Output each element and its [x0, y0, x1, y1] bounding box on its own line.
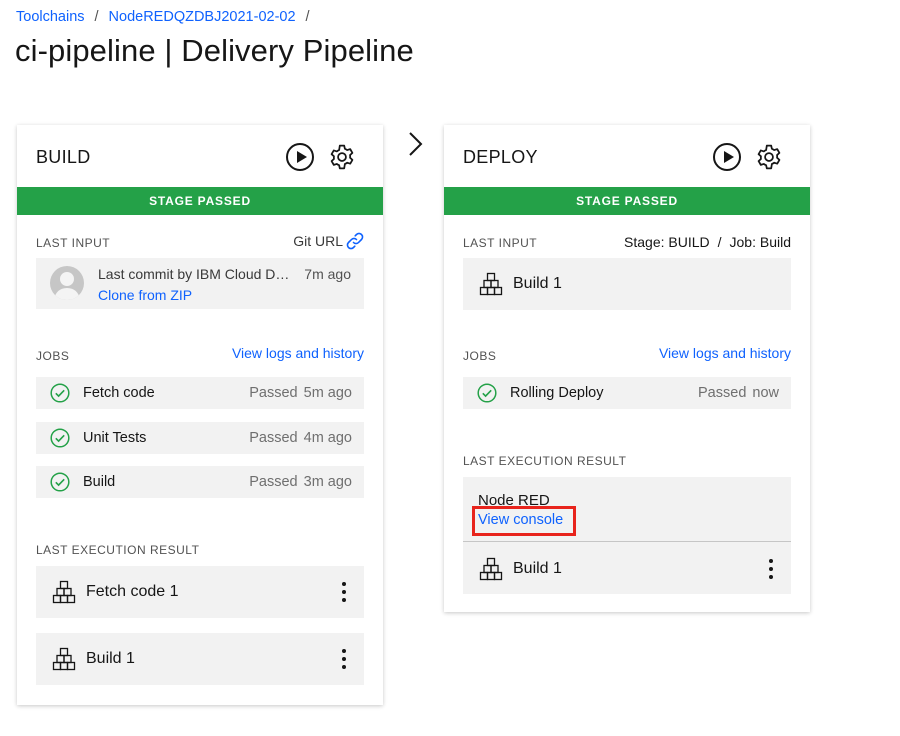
job-row[interactable]: Build Passed 3m ago [36, 466, 364, 498]
jobs-label: JOBS [36, 349, 70, 363]
last-input-label: LAST INPUT [463, 236, 538, 250]
blocks-icon [479, 557, 503, 581]
execution-result-name: Build 1 [513, 560, 562, 577]
last-execution-result-label: LAST EXECUTION RESULT [36, 543, 200, 557]
highlight-box [472, 506, 576, 536]
job-status-text: Passed [698, 385, 747, 401]
input-source: Stage: BUILD / Job: Build [624, 234, 791, 250]
breadcrumb-toolchain[interactable]: NodeREDQZDBJ2021-02-02 [109, 9, 296, 25]
blocks-icon [52, 580, 76, 604]
gear-icon[interactable] [328, 143, 356, 171]
job-status-text: Passed [249, 430, 298, 446]
job-status: Passed 4m ago [249, 430, 352, 446]
breadcrumb-separator: / [94, 9, 99, 25]
stage-status-banner: STAGE PASSED [444, 187, 810, 215]
clone-from-zip-link[interactable]: Clone from ZIP [98, 287, 192, 303]
execution-result-name: Fetch code 1 [86, 583, 179, 600]
jobs-label: JOBS [463, 349, 497, 363]
checkmark-circle-icon [50, 383, 70, 403]
input-type-label: Git URL [293, 233, 343, 249]
job-status: Passed 5m ago [249, 385, 352, 401]
commit-message: Last commit by IBM Cloud DevOps [98, 266, 290, 282]
input-build-name: Build 1 [513, 275, 562, 292]
deploy-stage-card: DEPLOY STAGE PASSED LAST INPUT Stage: BU… [444, 125, 810, 612]
overflow-menu-icon[interactable] [336, 580, 352, 604]
job-row[interactable]: Unit Tests Passed 4m ago [36, 422, 364, 454]
job-name: Fetch code [83, 385, 155, 401]
play-icon[interactable] [286, 143, 314, 171]
job-status-text: Passed [249, 474, 298, 490]
play-icon[interactable] [713, 143, 741, 171]
breadcrumb: Toolchains / NodeREDQZDBJ2021-02-02 / [16, 9, 320, 25]
link-icon[interactable] [345, 232, 365, 250]
input-stage: Stage: BUILD [624, 234, 710, 250]
job-time: now [752, 385, 779, 401]
last-commit-tile: Last commit by IBM Cloud DevOps 7m ago C… [36, 258, 364, 309]
job-name: Unit Tests [83, 430, 147, 446]
stage-name: BUILD [36, 147, 91, 167]
view-logs-link[interactable]: View logs and history [232, 345, 364, 361]
job-time: 4m ago [303, 430, 352, 446]
job-status-text: Passed [249, 385, 298, 401]
job-status: Passed now [698, 385, 779, 401]
job-time: 5m ago [303, 385, 352, 401]
divider [463, 541, 791, 542]
last-execution-result-label: LAST EXECUTION RESULT [463, 454, 627, 468]
job-time: 3m ago [303, 474, 352, 490]
job-name: Rolling Deploy [510, 385, 604, 401]
avatar [50, 266, 84, 300]
page-title: ci-pipeline | Delivery Pipeline [15, 33, 414, 68]
breadcrumb-separator: / [305, 9, 310, 25]
blocks-icon [52, 647, 76, 671]
job-status: Passed 3m ago [249, 474, 352, 490]
chevron-right-icon [409, 132, 423, 156]
execution-result-name: Build 1 [86, 650, 135, 667]
overflow-menu-icon[interactable] [763, 557, 779, 581]
job-name: Build [83, 474, 116, 490]
input-separator: / [717, 234, 722, 250]
blocks-icon [479, 272, 503, 296]
checkmark-circle-icon [477, 383, 497, 403]
breadcrumb-toolchains[interactable]: Toolchains [16, 9, 85, 25]
checkmark-circle-icon [50, 472, 70, 492]
stage-status-banner: STAGE PASSED [17, 187, 383, 215]
execution-result-tile[interactable]: Build 1 [36, 633, 364, 685]
input-build-tile[interactable]: Build 1 [463, 258, 791, 310]
gear-icon[interactable] [755, 143, 783, 171]
view-logs-link[interactable]: View logs and history [659, 345, 791, 361]
deploy-result-tile: Node RED View console Build 1 [463, 477, 791, 594]
commit-time: 7m ago [304, 266, 351, 282]
input-job: Job: Build [729, 234, 791, 250]
overflow-menu-icon[interactable] [336, 647, 352, 671]
job-row[interactable]: Fetch code Passed 5m ago [36, 377, 364, 409]
build-stage-card: BUILD STAGE PASSED LAST INPUT Git URL La… [17, 125, 383, 705]
last-input-label: LAST INPUT [36, 236, 111, 250]
execution-result-tile[interactable]: Fetch code 1 [36, 566, 364, 618]
job-row[interactable]: Rolling Deploy Passed now [463, 377, 791, 409]
stage-name: DEPLOY [463, 147, 538, 167]
checkmark-circle-icon [50, 428, 70, 448]
